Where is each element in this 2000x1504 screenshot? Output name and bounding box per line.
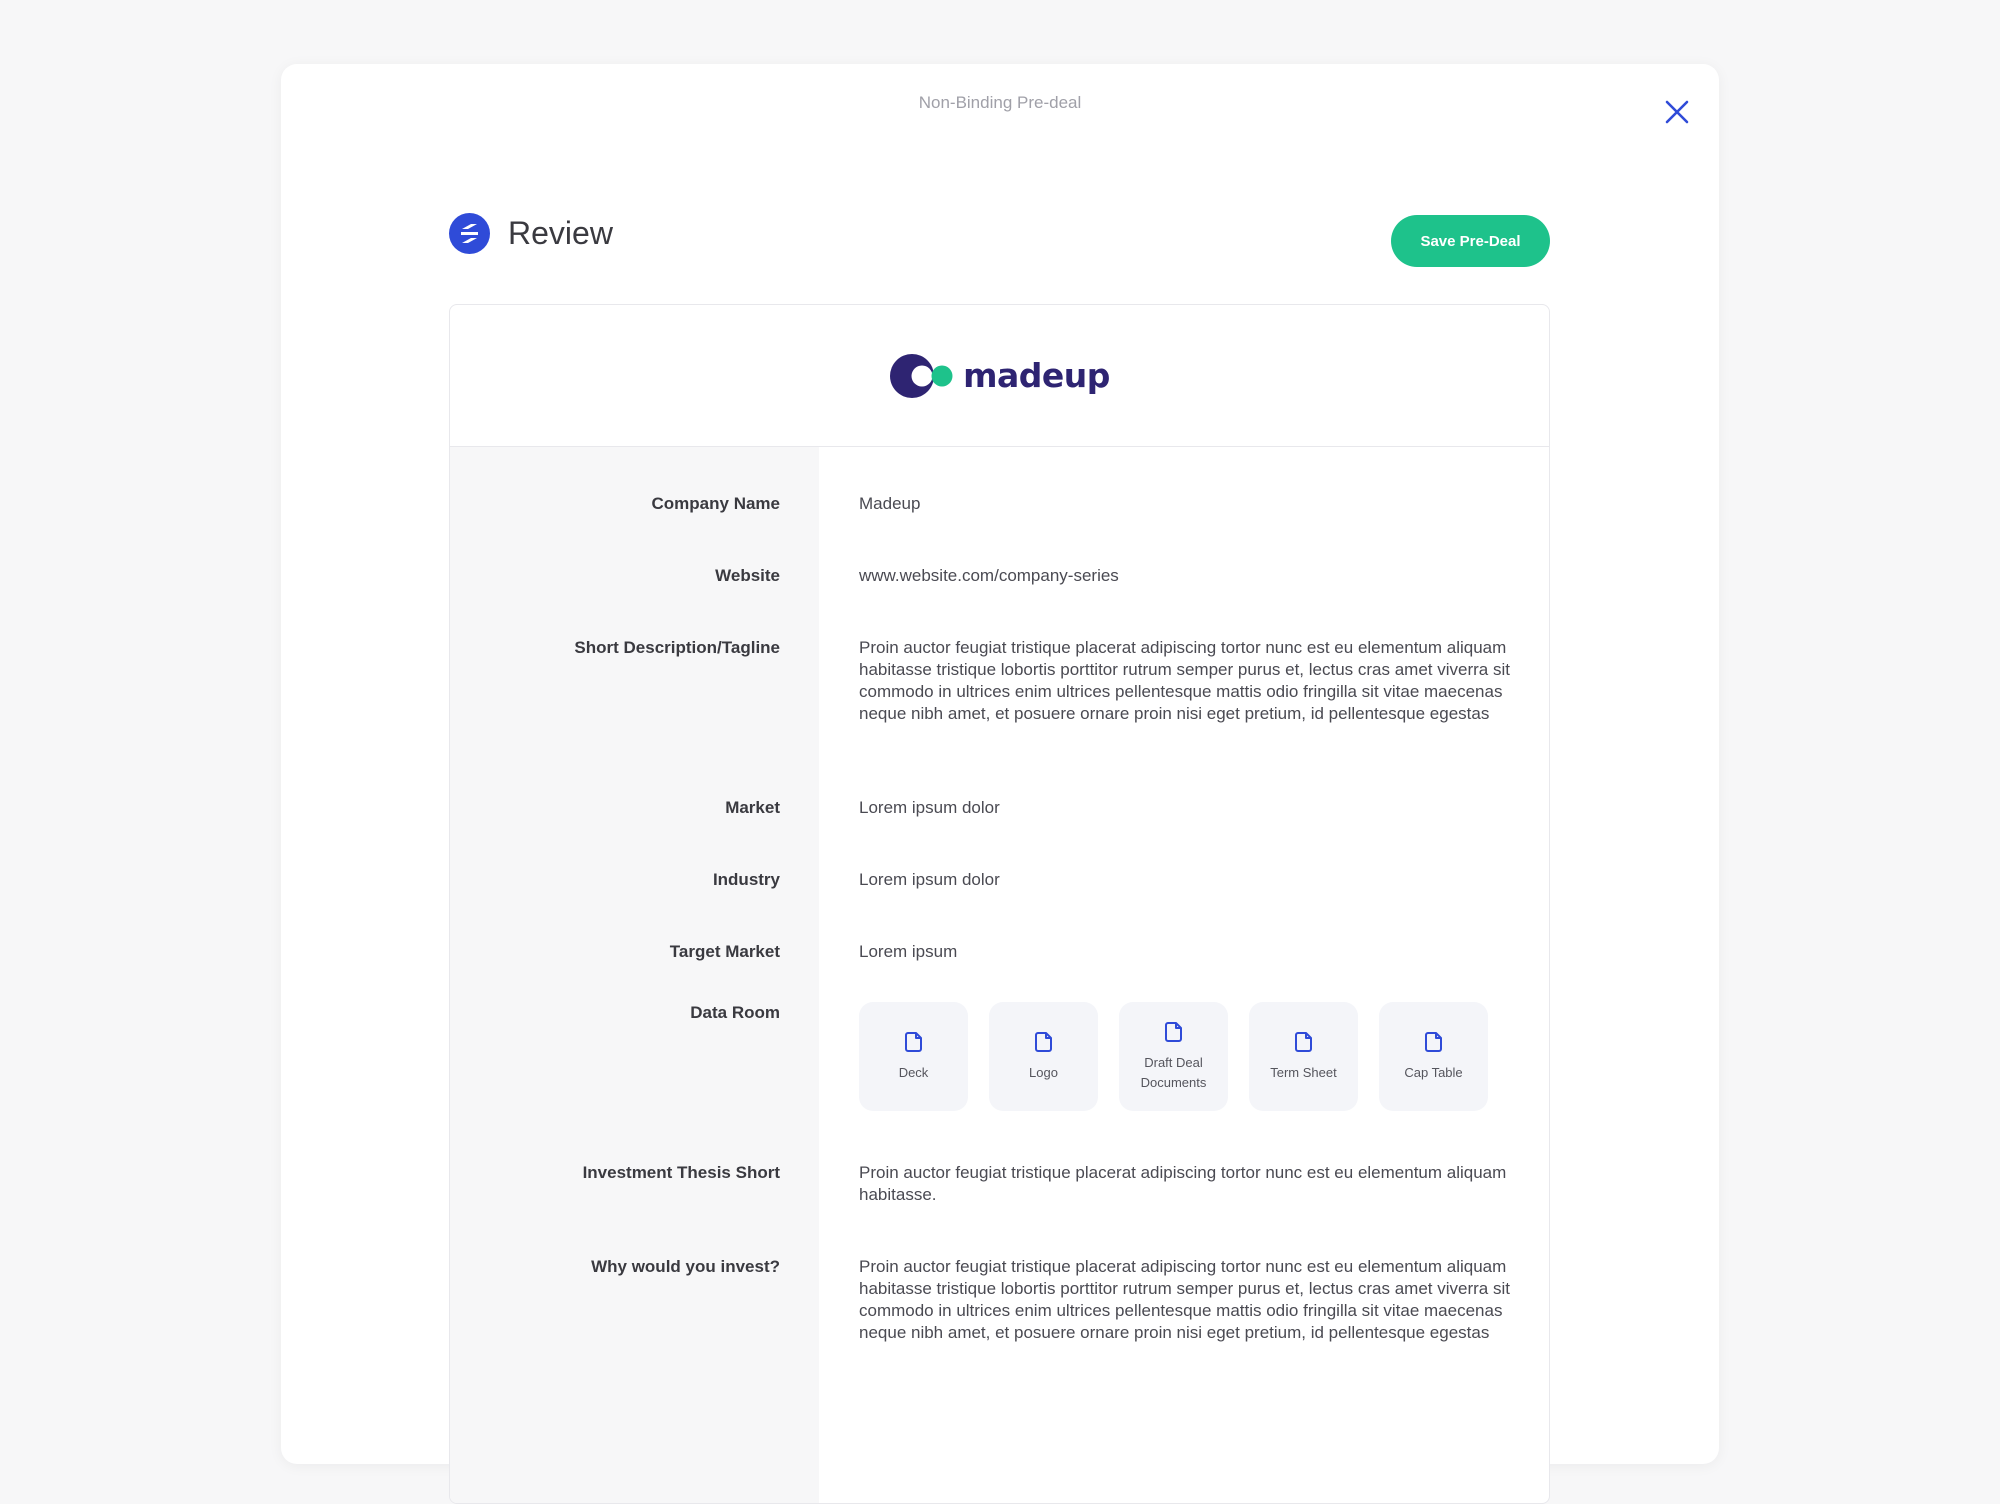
file-label: Cap Table [1404,1064,1463,1080]
row-company-name: Company Name Madeup [450,493,1549,565]
row-website: Website www.website.com/company-series [450,565,1549,637]
market-value: Lorem ipsum dolor [859,798,1000,817]
row-industry: Industry Lorem ipsum dolor [450,869,1549,941]
row-market: Market Lorem ipsum dolor [450,797,1549,869]
file-icon [1424,1031,1442,1052]
close-button[interactable] [1661,96,1693,128]
modal-title: Non-Binding Pre-deal [918,93,1082,112]
data-room-label: Data Room [690,1003,780,1022]
row-data-room: Data Room Deck Logo Draft Deal Documents… [450,1002,1549,1162]
tagline-label: Short Description/Tagline [574,638,780,657]
company-logo-area: madeup [450,305,1549,447]
brand-icon [449,213,490,254]
save-pre-deal-button[interactable]: Save Pre-Deal [1391,215,1550,267]
file-icon [1164,1021,1182,1042]
market-label: Market [725,798,780,817]
website-value: www.website.com/company-series [859,566,1119,585]
company-logo-text: madeup [963,356,1110,395]
review-card: madeup Company Name Madeup Website www.w… [449,304,1550,1504]
thesis-short-label: Investment Thesis Short [582,1163,780,1182]
file-icon [1034,1031,1052,1052]
logo-mark-icon [890,353,953,398]
row-why-invest: Why would you invest? Proin auctor feugi… [450,1256,1549,1416]
company-name-value: Madeup [859,494,921,513]
tagline-value: Proin auctor feugiat tristique placerat … [859,638,1510,723]
file-icon [1294,1031,1312,1052]
pre-deal-modal: Non-Binding Pre-deal Review Save Pre-Dea… [281,64,1719,1504]
file-label: Term Sheet [1270,1064,1337,1080]
industry-value: Lorem ipsum dolor [859,870,1000,889]
data-room-files: Deck Logo Draft Deal Documents Term Shee… [859,1002,1519,1111]
industry-label: Industry [712,870,780,889]
file-tile-logo[interactable]: Logo [989,1002,1098,1111]
company-name-label: Company Name [651,494,780,513]
website-label: Website [715,566,780,585]
close-icon [1665,100,1689,124]
row-thesis-short: Investment Thesis Short Proin auctor feu… [450,1162,1549,1256]
company-logo: madeup [889,353,1110,399]
file-icon [904,1031,922,1052]
file-tile-deck[interactable]: Deck [859,1002,968,1111]
review-details: Company Name Madeup Website www.website.… [450,447,1549,1503]
file-tile-draft-deal-documents[interactable]: Draft Deal Documents [1119,1002,1228,1111]
file-label: Logo [1029,1064,1058,1080]
thesis-short-value: Proin auctor feugiat tristique placerat … [859,1163,1507,1204]
why-invest-label: Why would you invest? [591,1257,780,1276]
file-tile-term-sheet[interactable]: Term Sheet [1249,1002,1358,1111]
why-invest-value: Proin auctor feugiat tristique placerat … [859,1257,1510,1342]
target-market-value: Lorem ipsum [859,942,958,961]
file-tile-cap-table[interactable]: Cap Table [1379,1002,1488,1111]
row-tagline: Short Description/Tagline Proin auctor f… [450,637,1549,797]
page-title: Review [508,215,613,251]
target-market-label: Target Market [669,942,780,961]
file-label: Deck [898,1064,929,1080]
review-header: Review Save Pre-Deal [449,213,1550,273]
file-label: Draft Deal Documents [1140,1054,1207,1090]
